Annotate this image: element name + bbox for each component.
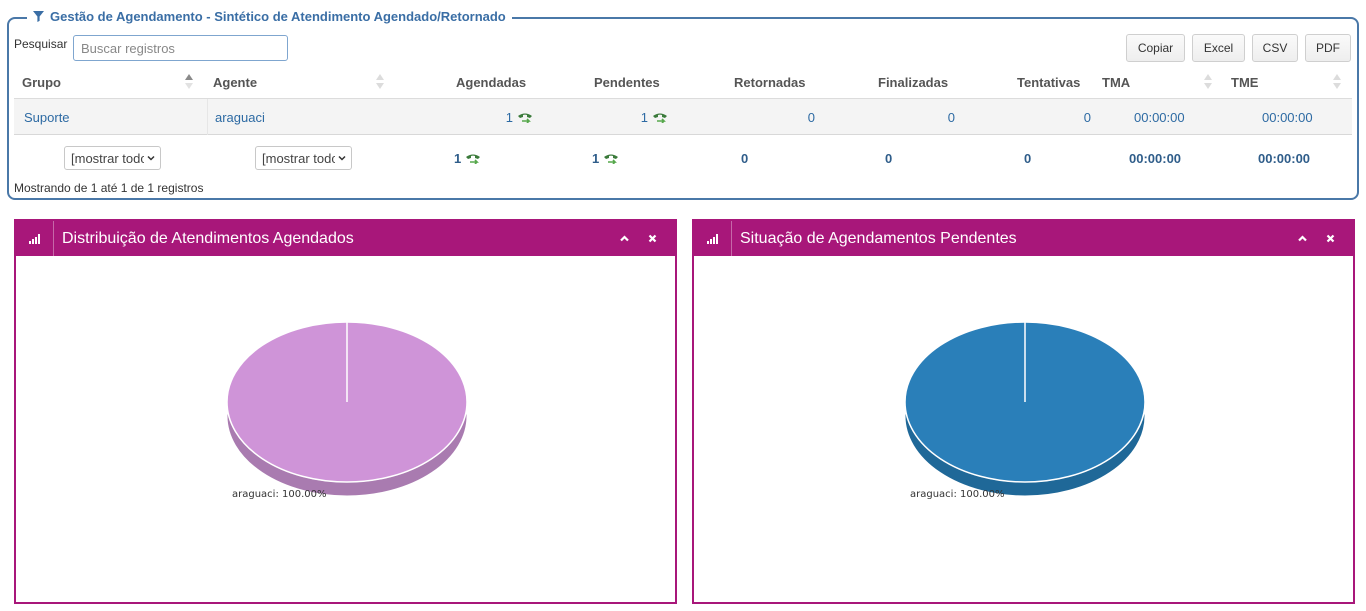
col-tma[interactable]: TMA xyxy=(1102,66,1130,99)
table-header: Grupo Agente Agendadas Pendentes Retorna… xyxy=(14,66,1352,99)
cell-tme: 00:00:00 xyxy=(1262,109,1313,125)
close-button[interactable] xyxy=(644,230,660,246)
widget-title: Distribuição de Atendimentos Agendados xyxy=(62,229,354,247)
close-icon xyxy=(1326,234,1334,242)
widget-header[interactable]: Situação de Agendamentos Pendentes xyxy=(694,221,1353,256)
filter-icon xyxy=(33,11,44,22)
bar-chart-icon xyxy=(706,233,718,244)
bar-chart-icon xyxy=(28,233,40,244)
phone-callback-icon xyxy=(466,154,481,164)
phone-callback-icon xyxy=(653,113,667,123)
cell-finalizadas: 0 xyxy=(947,109,955,125)
cell-agendadas[interactable]: 1 xyxy=(499,99,533,135)
col-finalizadas[interactable]: Finalizadas xyxy=(878,66,948,99)
col-agente[interactable]: Agente xyxy=(213,66,257,99)
cell-retornadas: 0 xyxy=(807,109,815,125)
col-tentativas[interactable]: Tentativas xyxy=(1017,66,1080,99)
pdf-button[interactable]: PDF xyxy=(1305,34,1351,62)
sort-asc-icon[interactable] xyxy=(185,73,193,90)
sort-both-icon[interactable] xyxy=(1333,73,1341,90)
col-grupo[interactable]: Grupo xyxy=(22,66,61,99)
panel-legend[interactable]: Gestão de Agendamento - Sintético de Ate… xyxy=(27,9,512,24)
total-finalizadas: 0 xyxy=(885,150,893,166)
chevron-down-icon xyxy=(147,155,155,161)
excel-button[interactable]: Excel xyxy=(1192,34,1245,62)
cell-tma: 00:00:00 xyxy=(1134,109,1185,125)
total-tme: 00:00:00 xyxy=(1258,150,1311,166)
chevron-up-icon xyxy=(619,234,629,241)
pendentes-value: 1 xyxy=(640,109,648,125)
table-row: Suporte araguaci 1 1 0 0 0 00:00:00 00:0… xyxy=(14,99,1352,135)
report-table: Grupo Agente Agendadas Pendentes Retorna… xyxy=(14,66,1352,181)
search-label: Pesquisar xyxy=(14,37,68,51)
chevron-down-icon xyxy=(338,155,346,161)
grupo-filter-select[interactable]: [mostrar todos] xyxy=(64,146,161,170)
sort-both-icon[interactable] xyxy=(1204,73,1212,90)
cell-pendentes[interactable]: 1 xyxy=(634,99,668,135)
agendadas-value: 1 xyxy=(505,109,513,125)
cell-tentativas: 0 xyxy=(1083,109,1091,125)
column-divider xyxy=(207,99,208,135)
pie-slice-label: araguaci: 100.00% xyxy=(910,489,1005,500)
total-tentativas: 0 xyxy=(1024,150,1032,166)
col-pendentes[interactable]: Pendentes xyxy=(594,66,660,99)
widget-distribuicao: Distribuição de Atendimentos Agendados a… xyxy=(14,219,677,604)
close-icon xyxy=(648,234,656,242)
col-agendadas[interactable]: Agendadas xyxy=(456,66,526,99)
widget-header[interactable]: Distribuição de Atendimentos Agendados xyxy=(16,221,675,256)
pie-slice-label: araguaci: 100.00% xyxy=(232,489,327,500)
close-button[interactable] xyxy=(1322,230,1338,246)
total-retornadas: 0 xyxy=(741,150,749,166)
cell-agente[interactable]: araguaci xyxy=(215,99,265,135)
collapse-button[interactable] xyxy=(616,230,632,246)
pie-chart: araguaci: 100.00% xyxy=(226,321,468,500)
chevron-up-icon xyxy=(1297,234,1307,241)
sort-both-icon[interactable] xyxy=(376,73,384,90)
csv-button[interactable]: CSV xyxy=(1252,34,1298,62)
total-pendentes[interactable]: 1 xyxy=(592,135,619,181)
phone-callback-icon xyxy=(604,154,619,164)
cell-grupo[interactable]: Suporte xyxy=(24,99,70,135)
table-footer: [mostrar todos] [mostrar todos] 1 1 0 0 xyxy=(14,135,1352,181)
pie-chart: araguaci: 100.00% xyxy=(904,321,1146,500)
copy-button[interactable]: Copiar xyxy=(1126,34,1185,62)
total-tma: 00:00:00 xyxy=(1129,150,1182,166)
phone-callback-icon xyxy=(518,113,532,123)
total-agendadas[interactable]: 1 xyxy=(454,135,481,181)
col-retornadas[interactable]: Retornadas xyxy=(734,66,806,99)
report-panel: Gestão de Agendamento - Sintético de Ate… xyxy=(7,9,1359,200)
collapse-button[interactable] xyxy=(1294,230,1310,246)
widget-title: Situação de Agendamentos Pendentes xyxy=(740,229,1017,247)
widget-situacao: Situação de Agendamentos Pendentes aragu… xyxy=(692,219,1355,604)
panel-title: Gestão de Agendamento - Sintético de Ate… xyxy=(50,9,506,24)
agente-filter-select[interactable]: [mostrar todos] xyxy=(255,146,352,170)
col-tme[interactable]: TME xyxy=(1231,66,1258,99)
table-info: Mostrando de 1 até 1 de 1 registros xyxy=(14,181,204,195)
search-input[interactable] xyxy=(73,35,288,61)
